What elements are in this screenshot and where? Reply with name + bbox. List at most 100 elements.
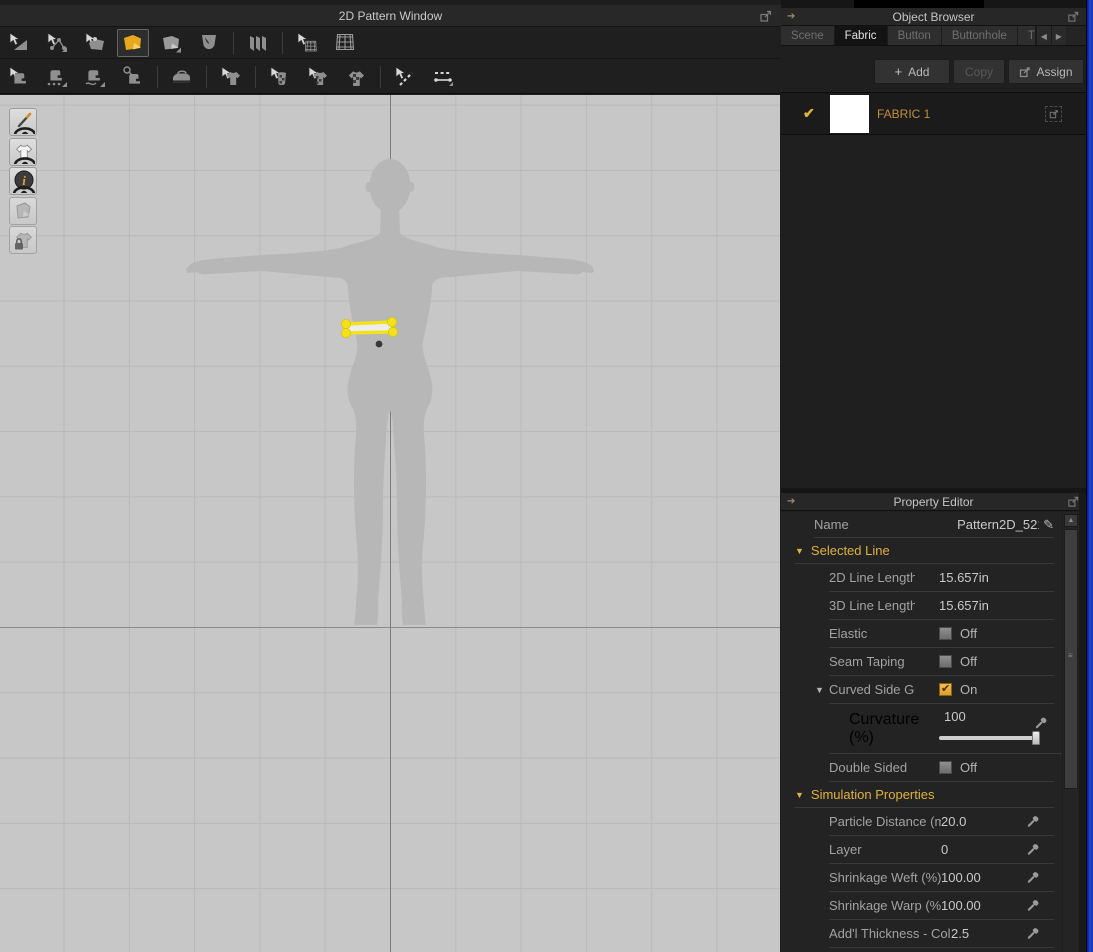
pattern-2d-window: 2D Pattern Window i <box>0 0 781 952</box>
layer-wrench-icon[interactable] <box>1025 842 1040 857</box>
scrollbar-grip: ≡ <box>1068 651 1073 660</box>
collapse-triangle-icon[interactable]: ▼ <box>815 685 824 695</box>
property-row-addl-thickness: Add'l Thickness - Collision 2.5 <box>829 920 1054 948</box>
toolbar-separator <box>282 31 283 54</box>
shrinkage-warp-wrench-icon[interactable] <box>1025 898 1040 913</box>
curvature-slider[interactable] <box>939 731 1040 745</box>
top-window-strip <box>781 0 1086 8</box>
scrollbar-up-icon[interactable]: ▲ <box>1064 514 1078 527</box>
tab-fabric[interactable]: Fabric <box>834 26 888 45</box>
free-sewing-tool[interactable] <box>41 63 73 91</box>
create-polygon-tool[interactable] <box>117 28 149 57</box>
edit-texture-tool[interactable] <box>291 29 323 57</box>
pattern-handle-bottom-left[interactable] <box>340 327 351 338</box>
copy-button[interactable]: Copy <box>953 59 1005 84</box>
pattern-window-title: 2D Pattern Window <box>338 8 443 23</box>
edit-pattern-tool[interactable] <box>41 29 73 57</box>
property-editor-body: Name Pattern2D_521 ✎ ▼ Selected Line 2D … <box>781 512 1062 952</box>
toggle-lock-pattern[interactable] <box>9 226 37 254</box>
assign-icon <box>1019 66 1031 78</box>
particle-distance-wrench-icon[interactable] <box>1025 814 1040 829</box>
name-row: Name Pattern2D_521 ✎ <box>814 512 1054 538</box>
toolbar-separator <box>206 65 207 88</box>
panel-edge <box>1079 493 1086 952</box>
collapse-triangle-icon[interactable]: ▼ <box>795 790 804 800</box>
toolbar-separator <box>380 65 381 88</box>
edit-curvature-tool[interactable] <box>79 29 111 57</box>
add-button[interactable]: + Add <box>874 59 950 84</box>
toolbar-separator <box>233 31 234 54</box>
basting-tool[interactable] <box>427 63 459 91</box>
select-garment-tool[interactable] <box>215 63 247 91</box>
property-editor-titlebar: ➔ Property Editor <box>781 493 1086 511</box>
curvature-wrench-icon[interactable] <box>1033 716 1048 731</box>
object-browser-popout-icon[interactable] <box>1067 10 1080 23</box>
segment-sewing-tool[interactable] <box>3 63 35 91</box>
edit-basting-tool[interactable] <box>389 63 421 91</box>
section-selected-line[interactable]: ▼ Selected Line <box>795 538 1054 564</box>
seam-taping-checkbox[interactable] <box>939 655 952 668</box>
fabric-checkmark-icon[interactable]: ✔ <box>803 105 823 122</box>
toggle-show-garment[interactable] <box>9 137 37 166</box>
transform-grid-tool[interactable] <box>329 29 361 57</box>
tab-scene[interactable]: Scene <box>781 26 835 45</box>
pattern-2d-canvas[interactable]: i <box>0 95 780 952</box>
curvature-slider-thumb[interactable] <box>1032 731 1040 745</box>
section-simulation-properties[interactable]: ▼ Simulation Properties <box>795 782 1054 808</box>
shrinkage-weft-wrench-icon[interactable] <box>1025 870 1040 885</box>
tab-scroll-right-icon[interactable]: ▶ <box>1050 26 1066 45</box>
collapse-triangle-icon[interactable]: ▼ <box>795 546 804 556</box>
elastic-checkbox[interactable] <box>939 627 952 640</box>
toggle-show-seams[interactable] <box>9 108 37 136</box>
texture-garment-tool[interactable] <box>340 63 372 91</box>
curvature-value: 100 <box>944 709 966 724</box>
double-sided-checkbox[interactable] <box>939 761 952 774</box>
assign-button[interactable]: Assign <box>1008 59 1084 84</box>
property-row-curved-side-geometry: ▼ Curved Side Geometry On <box>815 676 1054 704</box>
tab-topstitch[interactable]: T <box>1017 26 1036 45</box>
dock-pin-icon[interactable]: ➔ <box>787 11 795 23</box>
tab-scroll-left-icon[interactable]: ◀ <box>1035 26 1051 45</box>
desktop-edge-strip <box>1086 0 1093 952</box>
dart-tool[interactable] <box>193 29 225 57</box>
adjust-texture-tool[interactable] <box>302 63 334 91</box>
pattern-toolbar-sewing <box>0 60 781 94</box>
property-row-shrinkage-weft: Shrinkage Weft (%) 100.00 <box>829 864 1054 892</box>
right-panel-column: ➔ Object Browser Scene Fabric Button But… <box>781 0 1086 952</box>
fabric-list-item[interactable]: ✔ FABRIC 1 <box>781 92 1086 135</box>
property-value: 15.657in <box>939 598 989 613</box>
pattern-handle-top-right[interactable] <box>386 316 397 327</box>
object-browser-tabs: Scene Fabric Button Buttonhole T ◀ ▶ <box>781 26 1086 46</box>
pattern-window-popout-icon[interactable] <box>759 9 773 23</box>
tab-buttonhole[interactable]: Buttonhole <box>941 26 1018 45</box>
property-value: 15.657in <box>939 570 989 585</box>
create-rectangle-tool[interactable] <box>155 29 187 57</box>
name-label: Name <box>814 517 849 532</box>
curved-side-checkbox[interactable] <box>939 682 952 696</box>
seam-iron-tool[interactable] <box>166 63 198 91</box>
pattern-handle-bottom-right[interactable] <box>387 326 398 337</box>
property-editor-scrollbar[interactable]: ▲ ≡ <box>1063 512 1079 952</box>
transform-pattern-tool[interactable] <box>3 29 35 57</box>
edit-texture-roll-tool[interactable] <box>264 63 296 91</box>
property-row-double-sided: Double Sided Off <box>829 754 1054 782</box>
fabric-swatch[interactable] <box>830 94 869 133</box>
toggle-show-info[interactable]: i <box>9 167 37 195</box>
tab-button[interactable]: Button <box>887 26 942 45</box>
pattern-handle-top-left[interactable] <box>340 318 351 329</box>
addl-thickness-wrench-icon[interactable] <box>1025 926 1040 941</box>
edit-name-icon[interactable]: ✎ <box>1043 517 1054 533</box>
pleats-tool[interactable] <box>242 29 274 57</box>
mn-sewing-tool[interactable] <box>79 63 111 91</box>
scrollbar-thumb[interactable]: ≡ <box>1064 529 1078 789</box>
toggle-show-pattern[interactable] <box>9 196 37 225</box>
edit-sewing-tool[interactable] <box>117 63 149 91</box>
property-row-seam-taping: Seam Taping Off <box>829 648 1054 676</box>
plus-icon: + <box>894 64 903 79</box>
pattern-anchor-dot <box>375 340 383 348</box>
dock-pin-icon[interactable]: ➔ <box>787 496 795 508</box>
toolbar-separator <box>157 65 158 88</box>
fabric-assign-icon[interactable] <box>1045 105 1062 122</box>
property-row-layer: Layer 0 <box>829 836 1054 864</box>
property-row-shrinkage-warp: Shrinkage Warp (%) 100.00 <box>829 892 1054 920</box>
